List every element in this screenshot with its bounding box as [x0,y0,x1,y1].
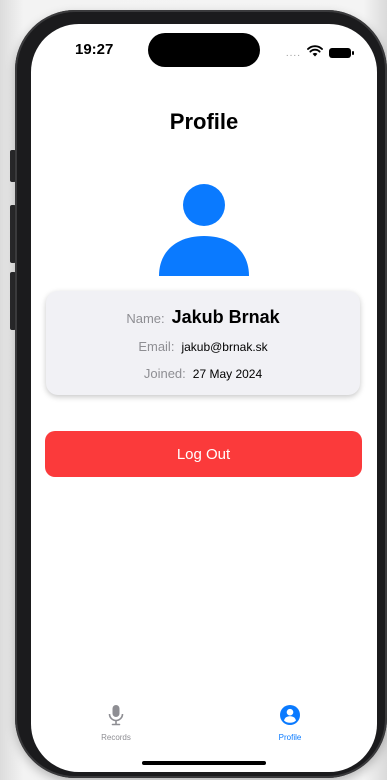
profile-info-card: Name: Jakub Brnak Email: jakub@brnak.sk … [46,291,360,395]
device-stage: 19:27 .... Profile Name: Jakub Brnak Ema… [0,0,387,780]
signal-icon: .... [285,47,301,59]
wifi-icon [307,44,323,62]
email-value: jakub@brnak.sk [181,340,268,354]
battery-icon [329,48,354,58]
tab-profile-label: Profile [278,733,302,742]
logout-button[interactable]: Log Out [45,431,362,477]
page-title: Profile [169,109,239,134]
joined-row: Joined: 27 May 2024 [46,366,360,381]
tab-bar: Records Profile [31,694,377,744]
app-screen: 19:27 .... Profile Name: Jakub Brnak Ema… [31,24,377,772]
joined-value: 27 May 2024 [192,367,263,381]
tab-records-label: Records [101,733,131,742]
email-label: Email: [138,339,175,354]
dynamic-island [148,33,260,67]
microphone-icon [108,704,124,731]
joined-label: Joined: [143,366,186,381]
person-avatar-icon [159,184,249,276]
status-icons: .... [285,44,354,62]
person-circle-icon [279,704,301,731]
tab-records[interactable]: Records [76,704,156,742]
name-label: Name: [126,311,165,326]
status-bar: 19:27 .... [31,24,377,78]
tab-profile[interactable]: Profile [250,704,330,742]
home-indicator [142,761,266,765]
name-value: Jakub Brnak [171,307,280,327]
email-row: Email: jakub@brnak.sk [46,339,360,354]
name-row: Name: Jakub Brnak [46,307,360,328]
status-time: 19:27 [75,41,114,58]
